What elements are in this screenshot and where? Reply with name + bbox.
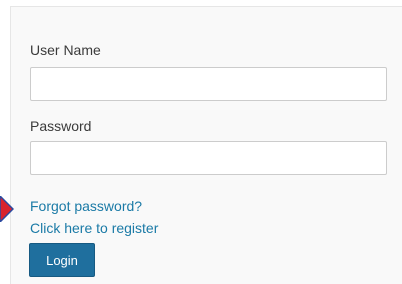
username-label: User Name [30,42,101,58]
password-input[interactable] [30,141,387,175]
login-form-panel: User Name Password Forgot password? Clic… [10,6,402,284]
red-pointer-arrow-icon [0,196,14,222]
register-link[interactable]: Click here to register [30,219,158,237]
login-button[interactable]: Login [29,243,95,277]
username-input[interactable] [30,67,387,101]
password-label: Password [30,118,92,134]
forgot-password-link[interactable]: Forgot password? [30,197,142,215]
